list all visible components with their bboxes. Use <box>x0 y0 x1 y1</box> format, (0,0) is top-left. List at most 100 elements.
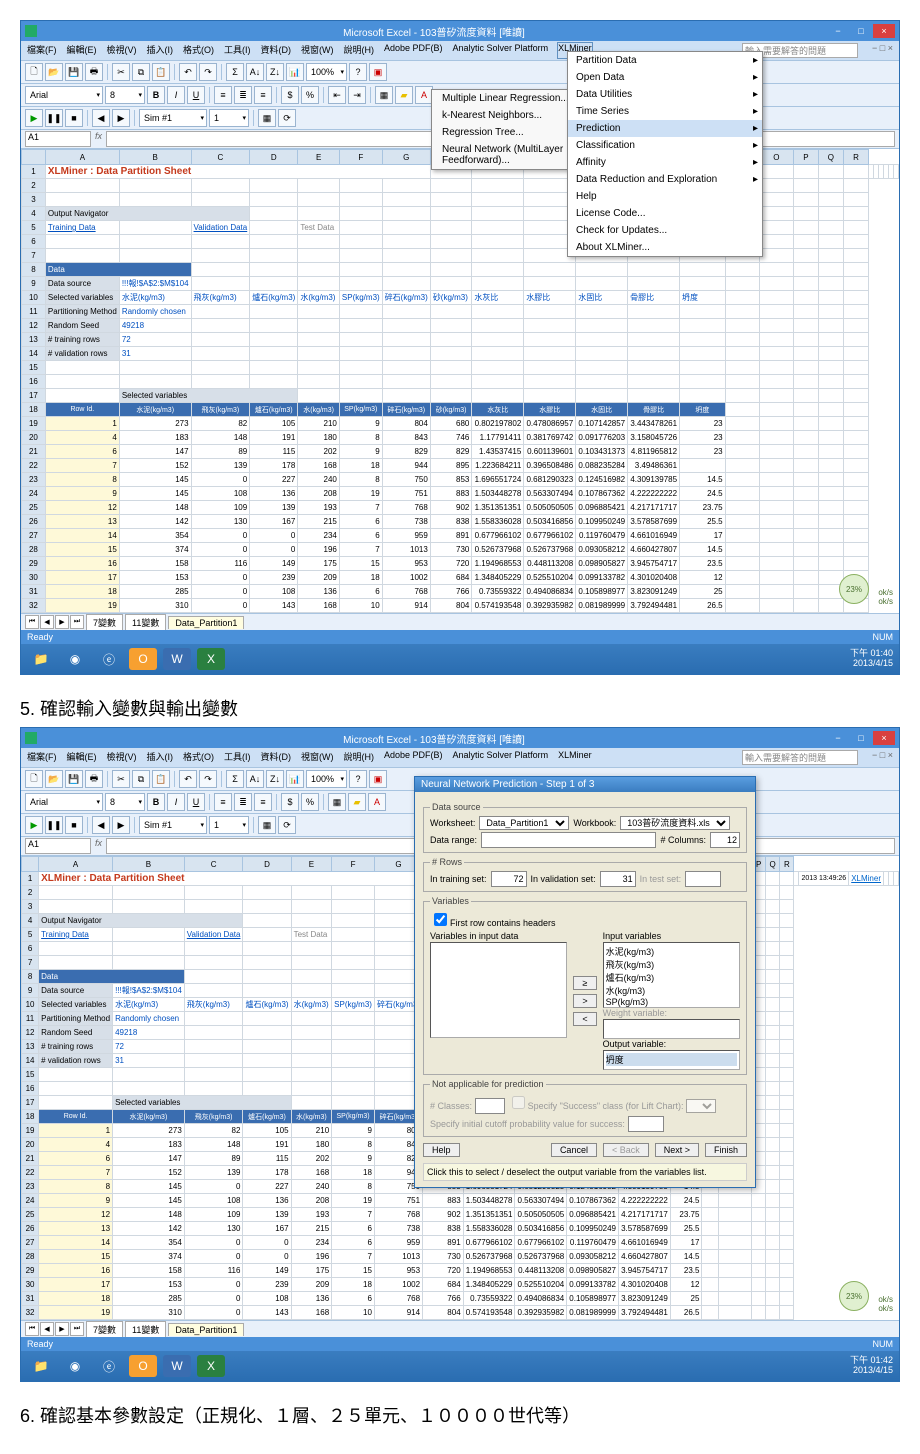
inner-window-buttons[interactable]: − □ × <box>872 43 893 58</box>
help-icon[interactable]: ? <box>349 63 367 81</box>
align-right-icon[interactable]: ≡ <box>254 793 272 811</box>
fontsize-select[interactable]: 8 <box>105 86 145 104</box>
worksheet-select[interactable]: Data_Partition1 <box>479 816 569 830</box>
step-back-icon[interactable]: ◀ <box>92 109 110 127</box>
copy-icon[interactable]: ⧉ <box>132 63 150 81</box>
output-listbox[interactable]: 坍度 <box>603 1050 740 1070</box>
menu-edit[interactable]: 編輯(E) <box>67 43 97 58</box>
tab-7var[interactable]: 7變數 <box>86 614 123 630</box>
paste-icon[interactable]: 📋 <box>152 63 170 81</box>
bold-icon[interactable]: B <box>147 793 165 811</box>
pdf-icon[interactable]: ▣ <box>369 770 387 788</box>
copy-icon[interactable]: ⧉ <box>132 770 150 788</box>
menu-open-data[interactable]: Open Data <box>568 69 762 86</box>
save-icon[interactable]: 💾 <box>65 770 83 788</box>
menu-adobe[interactable]: Adobe PDF(B) <box>384 43 443 58</box>
finish-button[interactable]: Finish <box>705 1143 747 1157</box>
tb-explorer-icon[interactable]: 📁 <box>27 1355 55 1377</box>
tb-word-icon[interactable]: W <box>163 648 191 670</box>
columns-input[interactable] <box>710 832 740 848</box>
menu-affinity[interactable]: Affinity <box>568 154 762 171</box>
tb-chrome-icon[interactable]: ◉ <box>61 1355 89 1377</box>
open-icon[interactable]: 📂 <box>45 63 63 81</box>
align-center-icon[interactable]: ≣ <box>234 86 252 104</box>
menu-time-series[interactable]: Time Series <box>568 103 762 120</box>
new-icon[interactable]: 🗋 <box>25 63 43 81</box>
validation-input[interactable] <box>600 871 636 887</box>
tb-outlook-icon[interactable]: O <box>129 648 157 670</box>
inner-window-buttons[interactable]: − □ × <box>872 750 893 765</box>
save-icon[interactable]: 💾 <box>65 63 83 81</box>
currency-icon[interactable]: $ <box>281 793 299 811</box>
menu-help[interactable]: 說明(H) <box>344 750 375 765</box>
sum-icon[interactable]: Σ <box>226 770 244 788</box>
play-icon[interactable]: ▶ <box>25 816 43 834</box>
tb-ie-icon[interactable]: ⓔ <box>95 648 123 670</box>
sum-icon[interactable]: Σ <box>226 63 244 81</box>
close-button[interactable]: × <box>873 24 895 38</box>
undo-icon[interactable]: ↶ <box>179 770 197 788</box>
fill-icon[interactable]: ▰ <box>348 793 366 811</box>
sort-desc-icon[interactable]: Z↓ <box>266 63 284 81</box>
tab-prev-icon[interactable]: ◀ <box>40 615 54 629</box>
cell-reference[interactable]: A1 <box>25 838 91 854</box>
sort-desc-icon[interactable]: Z↓ <box>266 770 284 788</box>
outdent-icon[interactable]: ⇥ <box>348 86 366 104</box>
menu-tools[interactable]: 工具(I) <box>224 750 251 765</box>
training-input[interactable] <box>491 871 527 887</box>
menu-view[interactable]: 檢視(V) <box>107 43 137 58</box>
grid-icon[interactable]: ▦ <box>258 816 276 834</box>
menu-classification[interactable]: Classification <box>568 137 762 154</box>
font-select[interactable]: Arial <box>25 86 103 104</box>
menu-prediction[interactable]: Prediction <box>568 120 762 137</box>
fill-icon[interactable]: ▰ <box>395 86 413 104</box>
sort-asc-icon[interactable]: A↓ <box>246 63 264 81</box>
cell-reference[interactable]: A1 <box>25 131 91 147</box>
align-left-icon[interactable]: ≡ <box>214 793 232 811</box>
workbook-select[interactable]: 103普矽流度資料.xls <box>620 816 730 830</box>
move-right-button[interactable]: ≥ <box>573 976 596 990</box>
italic-icon[interactable]: I <box>167 793 185 811</box>
bold-icon[interactable]: B <box>147 86 165 104</box>
zoom-select[interactable]: 100% <box>306 770 347 788</box>
menu-window[interactable]: 視窗(W) <box>301 43 334 58</box>
open-icon[interactable]: 📂 <box>45 770 63 788</box>
menu-xlminer[interactable]: XLMiner <box>558 750 592 765</box>
menu-help[interactable]: Help <box>568 188 762 205</box>
pdf-icon[interactable]: ▣ <box>369 63 387 81</box>
tab-11var[interactable]: 11變數 <box>125 614 166 630</box>
sim-count[interactable]: 1 <box>209 816 249 834</box>
step-fwd-icon[interactable]: ▶ <box>112 109 130 127</box>
menu-data[interactable]: 資料(D) <box>261 750 292 765</box>
tb-explorer-icon[interactable]: 📁 <box>27 648 55 670</box>
tab-11var[interactable]: 11變數 <box>125 1321 166 1337</box>
minimize-button[interactable]: − <box>827 24 849 38</box>
minimize-button[interactable]: − <box>827 731 849 745</box>
maximize-button[interactable]: □ <box>850 731 872 745</box>
move-left-button[interactable]: < <box>573 1012 596 1026</box>
menu-license[interactable]: License Code... <box>568 205 762 222</box>
menu-view[interactable]: 檢視(V) <box>107 750 137 765</box>
new-icon[interactable]: 🗋 <box>25 770 43 788</box>
tb-excel-icon[interactable]: X <box>197 1355 225 1377</box>
menu-partition-data[interactable]: Partition Data <box>568 52 762 69</box>
cancel-button[interactable]: Cancel <box>551 1143 597 1157</box>
menu-file[interactable]: 檔案(F) <box>27 750 57 765</box>
step-back-icon[interactable]: ◀ <box>92 816 110 834</box>
weight-listbox[interactable] <box>603 1019 740 1039</box>
align-left-icon[interactable]: ≡ <box>214 86 232 104</box>
menu-window[interactable]: 視窗(W) <box>301 750 334 765</box>
menu-insert[interactable]: 插入(I) <box>147 43 174 58</box>
italic-icon[interactable]: I <box>167 86 185 104</box>
tab-prev-icon[interactable]: ◀ <box>40 1322 54 1336</box>
tab-first-icon[interactable]: ⏮ <box>25 1322 39 1336</box>
tb-outlook-icon[interactable]: O <box>129 1355 157 1377</box>
menu-format[interactable]: 格式(O) <box>183 750 214 765</box>
percent-icon[interactable]: % <box>301 793 319 811</box>
headers-checkbox[interactable] <box>434 913 447 926</box>
border-icon[interactable]: ▦ <box>375 86 393 104</box>
sim-count[interactable]: 1 <box>209 109 249 127</box>
tab-last-icon[interactable]: ⏭ <box>70 1322 84 1336</box>
tab-next-icon[interactable]: ▶ <box>55 615 69 629</box>
menu-updates[interactable]: Check for Updates... <box>568 222 762 239</box>
